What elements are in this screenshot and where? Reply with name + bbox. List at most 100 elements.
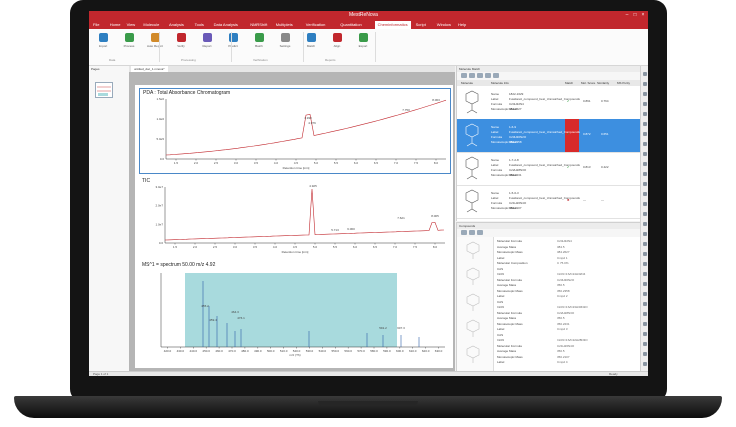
ribbon-button-label[interactable]: Align bbox=[328, 44, 346, 48]
ms-panel[interactable]: MS^1 = spectrum 50.00 m/z 4.92 420.0 430.… bbox=[139, 261, 449, 361]
compound-structure[interactable] bbox=[463, 345, 485, 365]
grid-header-cell[interactable]: Match bbox=[565, 81, 573, 85]
menu-tab[interactable]: Cheminformatics bbox=[374, 21, 411, 29]
tool-icon[interactable] bbox=[643, 122, 647, 126]
grid-header-cell[interactable]: Molecule Info bbox=[491, 81, 509, 85]
settings-icon[interactable] bbox=[485, 73, 491, 78]
grid-header-cell[interactable]: MS Purity bbox=[617, 81, 630, 85]
maximize-icon[interactable]: □ bbox=[632, 12, 638, 18]
refresh-icon[interactable] bbox=[493, 73, 499, 78]
x-tick-label: 7.0 bbox=[393, 245, 398, 249]
tool-icon[interactable] bbox=[643, 102, 647, 106]
tool-icon[interactable] bbox=[643, 282, 647, 286]
ribbon-button-icon[interactable] bbox=[125, 33, 134, 42]
ribbon-button-icon[interactable] bbox=[99, 33, 108, 42]
tool-icon[interactable] bbox=[643, 262, 647, 266]
chromatogram-panel[interactable]: PDA : Total Absorbance Chromatogram 1.5 2… bbox=[139, 88, 451, 174]
add-icon[interactable] bbox=[461, 230, 467, 235]
ribbon-button-icon[interactable] bbox=[333, 33, 342, 42]
tool-icon[interactable] bbox=[643, 202, 647, 206]
tool-icon[interactable] bbox=[643, 152, 647, 156]
ribbon-button-icon[interactable] bbox=[255, 33, 264, 42]
copy-icon[interactable] bbox=[477, 230, 483, 235]
compound-structure[interactable] bbox=[463, 319, 485, 339]
sort-icon[interactable] bbox=[469, 73, 475, 78]
ribbon-button-label[interactable]: Auto Report bbox=[146, 44, 164, 48]
menu-tab[interactable]: Help bbox=[458, 22, 466, 27]
table-row[interactable]: Name 1-6-9 Label Fusidanol_compound_best_Un… bbox=[457, 119, 641, 153]
filter-icon[interactable] bbox=[461, 73, 467, 78]
tool-icon[interactable] bbox=[643, 352, 647, 356]
menu-tab[interactable]: Data Analysis bbox=[214, 22, 238, 27]
tool-icon[interactable] bbox=[643, 182, 647, 186]
tool-icon[interactable] bbox=[643, 322, 647, 326]
tool-icon[interactable] bbox=[643, 292, 647, 296]
ribbon-button-label[interactable]: Predict bbox=[224, 44, 242, 48]
ribbon-button-label[interactable]: Settings bbox=[276, 44, 294, 48]
grid-header-cell[interactable]: Similarity bbox=[597, 81, 609, 85]
menu-tab[interactable]: Tools bbox=[195, 22, 204, 27]
ribbon-button-icon[interactable] bbox=[281, 33, 290, 42]
menu-tab[interactable]: Home bbox=[110, 22, 121, 27]
tool-icon[interactable] bbox=[643, 332, 647, 336]
page-thumbnail[interactable] bbox=[95, 82, 113, 98]
grid-header-cell[interactable]: Molecule bbox=[461, 81, 473, 85]
x-tick-label: 4.0 bbox=[274, 161, 279, 165]
compound-structure[interactable] bbox=[463, 241, 485, 261]
tool-icon[interactable] bbox=[643, 212, 647, 216]
menu-tab[interactable]: Verification bbox=[306, 22, 326, 27]
ribbon-button-label[interactable]: Batch bbox=[250, 44, 268, 48]
export-icon[interactable] bbox=[477, 73, 483, 78]
tool-icon[interactable] bbox=[643, 192, 647, 196]
tool-icon[interactable] bbox=[643, 112, 647, 116]
tool-icon[interactable] bbox=[643, 222, 647, 226]
tool-icon[interactable] bbox=[643, 162, 647, 166]
delete-icon[interactable] bbox=[469, 230, 475, 235]
menu-tab[interactable]: View bbox=[127, 22, 136, 27]
menu-tab[interactable]: NMRShift bbox=[250, 22, 267, 27]
ribbon-button-icon[interactable] bbox=[203, 33, 212, 42]
menu-tab[interactable]: Analysis bbox=[169, 22, 184, 27]
tic-panel[interactable]: TIC 1.5 2.0 2.5 3.0 3.5 4.0 4.5 5.0 5.5 6.0 6.5 7.0… bbox=[139, 177, 449, 257]
tool-icon[interactable] bbox=[643, 252, 647, 256]
grid-header-cell[interactable]: Mol. Score bbox=[581, 81, 595, 85]
ribbon-button-icon[interactable] bbox=[307, 33, 316, 42]
tool-icon[interactable] bbox=[643, 142, 647, 146]
table-row[interactable]: Name 1-5-6-3 Label Fusidanol_compound_best_… bbox=[457, 185, 641, 219]
tool-icon[interactable] bbox=[643, 132, 647, 136]
tool-icon[interactable] bbox=[643, 272, 647, 276]
property-row: Monoisotopic Mass 350.2231 bbox=[497, 322, 637, 326]
menu-tab[interactable]: Quantitation bbox=[340, 22, 362, 27]
tool-icon[interactable] bbox=[643, 232, 647, 236]
tool-icon[interactable] bbox=[643, 172, 647, 176]
ribbon-button-label[interactable]: Verify bbox=[172, 44, 190, 48]
compound-structure[interactable] bbox=[463, 267, 485, 287]
ribbon-button-label[interactable]: Report bbox=[198, 44, 216, 48]
ribbon-button-label[interactable]: Import bbox=[94, 44, 112, 48]
tool-icon[interactable] bbox=[643, 302, 647, 306]
ribbon-button-label[interactable]: Export bbox=[354, 44, 372, 48]
tool-icon[interactable] bbox=[643, 92, 647, 96]
tool-icon[interactable] bbox=[643, 362, 647, 366]
table-row[interactable]: Name 1-7-2-8 Label Fusidanol_compound_best_… bbox=[457, 152, 641, 186]
tool-icon[interactable] bbox=[643, 342, 647, 346]
peak-label: 607.3 bbox=[397, 326, 405, 330]
ribbon-button-icon[interactable] bbox=[359, 33, 368, 42]
ribbon-button-label[interactable]: Process bbox=[120, 44, 138, 48]
menu-tab[interactable]: Script bbox=[416, 22, 426, 27]
minimize-icon[interactable]: – bbox=[624, 12, 630, 18]
ribbon-button-icon[interactable] bbox=[177, 33, 186, 42]
close-icon[interactable]: × bbox=[640, 12, 646, 18]
compound-structure[interactable] bbox=[463, 293, 485, 313]
tool-icon[interactable] bbox=[643, 82, 647, 86]
menu-tab[interactable]: File bbox=[93, 22, 99, 27]
menu-tab[interactable]: Window bbox=[437, 22, 451, 27]
tool-icon[interactable] bbox=[643, 242, 647, 246]
tool-icon[interactable] bbox=[643, 72, 647, 76]
tool-icon[interactable] bbox=[643, 312, 647, 316]
peak-label: 8.063 bbox=[432, 98, 440, 102]
menu-tab[interactable]: Multiplets bbox=[276, 22, 293, 27]
ribbon-button-label[interactable]: Match bbox=[302, 44, 320, 48]
menu-tab[interactable]: Molecule bbox=[143, 22, 159, 27]
table-row[interactable]: Name 1822-1629 Label Fusidanol_compound_bes… bbox=[457, 86, 641, 120]
